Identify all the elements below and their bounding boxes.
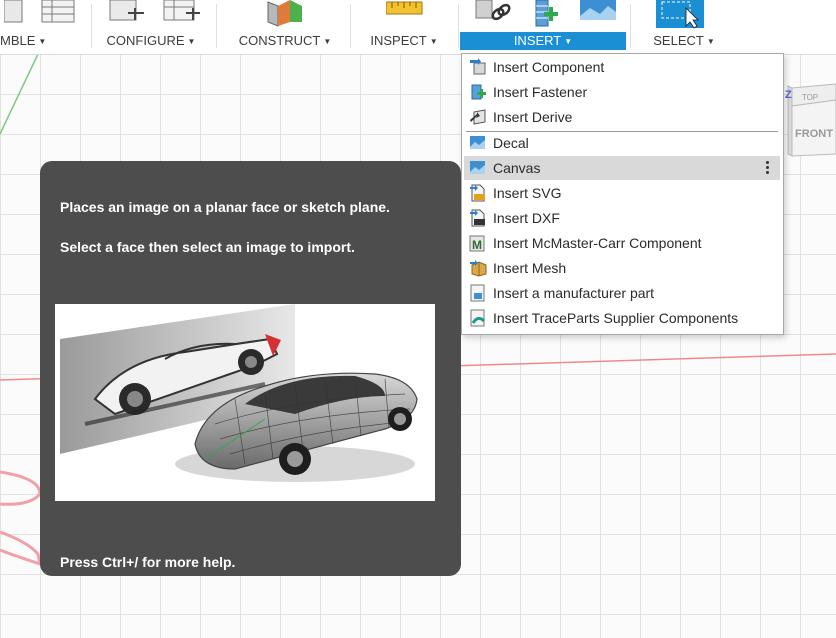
menu-item-insert-traceparts[interactable]: Insert TraceParts Supplier Components	[464, 306, 780, 330]
canvas-tooltip: Places an image on a planar face or sket…	[40, 161, 461, 576]
construct-plane-icon	[267, 0, 302, 27]
assemble-menu-label[interactable]: MBLE ▼	[0, 32, 48, 50]
decal-icon	[470, 136, 485, 149]
menu-item-label: Insert McMaster-Carr Component	[493, 235, 702, 251]
menu-item-insert-derive[interactable]: Insert Derive	[464, 105, 780, 129]
car-canvas-illustration	[60, 304, 418, 482]
tooltip-help-hint: Press Ctrl+/ for more help.	[60, 554, 236, 570]
tooltip-instruction: Select a face then select an image to im…	[60, 239, 355, 255]
tooltip-illustration	[55, 304, 435, 501]
view-cube-top-label: TOP	[802, 93, 818, 102]
svg-file-icon	[470, 184, 485, 202]
insert-fastener-icon	[471, 84, 486, 100]
menu-item-canvas[interactable]: Canvas	[464, 156, 780, 180]
construct-group[interactable]: CONSTRUCT ▼	[222, 0, 348, 54]
toolbar: MBLE ▼ CONFIGURE ▼ CONSTRUCT ▼ INSPECT ▼…	[0, 0, 836, 55]
mcmaster-icon: M	[469, 235, 485, 252]
insert-dropdown-menu: Insert Component Insert Fastener Insert …	[461, 53, 784, 335]
insert-menu-label[interactable]: INSERT ▼	[460, 32, 626, 50]
assemble-icons	[4, 0, 75, 23]
view-cube-front-label: FRONT	[795, 128, 833, 140]
menu-item-label: Insert DXF	[493, 210, 560, 226]
menu-item-label: Insert Fastener	[493, 84, 588, 100]
more-options-icon[interactable]	[764, 160, 770, 176]
select-cursor-icon	[656, 0, 704, 29]
assemble-group[interactable]: MBLE ▼	[0, 0, 90, 54]
canvas-icon	[470, 161, 485, 174]
insert-derive-icon	[470, 109, 486, 125]
insert-group[interactable]: INSERT ▼	[460, 0, 626, 54]
menu-item-label: Canvas	[493, 160, 541, 176]
toolbar-separator	[350, 4, 351, 48]
menu-item-insert-mesh[interactable]: Insert Mesh	[464, 256, 780, 280]
menu-item-label: Insert SVG	[493, 185, 562, 201]
menu-item-label: Insert Component	[493, 59, 605, 75]
svg-text:M: M	[472, 238, 482, 252]
dxf-file-icon	[470, 209, 485, 227]
traceparts-icon	[470, 309, 486, 327]
measure-icon	[386, 1, 423, 15]
menu-item-insert-fastener[interactable]: Insert Fastener	[464, 80, 780, 104]
inspect-group[interactable]: INSPECT ▼	[352, 0, 456, 54]
manufacturer-part-icon	[470, 284, 485, 302]
configure-group[interactable]: CONFIGURE ▼	[92, 0, 210, 54]
menu-item-decal[interactable]: Decal	[464, 131, 780, 155]
menu-item-insert-component[interactable]: Insert Component	[464, 55, 780, 79]
mesh-icon	[470, 260, 487, 277]
inspect-menu-label[interactable]: INSPECT ▼	[352, 32, 456, 50]
menu-item-insert-dxf[interactable]: Insert DXF	[464, 206, 780, 230]
select-group[interactable]: SELECT ▼	[632, 0, 736, 54]
toolbar-separator	[458, 4, 459, 48]
configure-menu-label[interactable]: CONFIGURE ▼	[92, 32, 210, 50]
construct-menu-label[interactable]: CONSTRUCT ▼	[222, 32, 348, 50]
view-cube[interactable]: TOP FRONT Z	[784, 80, 836, 165]
select-menu-label[interactable]: SELECT ▼	[632, 32, 736, 50]
insert-icons	[475, 0, 616, 27]
toolbar-separator	[216, 4, 217, 48]
tooltip-description: Places an image on a planar face or sket…	[60, 199, 390, 215]
menu-item-insert-manufacturer-part[interactable]: Insert a manufacturer part	[464, 281, 780, 305]
toolbar-separator	[630, 4, 631, 48]
menu-item-label: Decal	[493, 135, 529, 151]
menu-item-label: Insert Derive	[493, 109, 573, 125]
menu-item-label: Insert TraceParts Supplier Components	[493, 310, 739, 326]
menu-item-label: Insert Mesh	[493, 260, 567, 276]
configure-icons	[109, 0, 200, 21]
menu-item-insert-mcmaster[interactable]: M Insert McMaster-Carr Component	[464, 231, 780, 255]
menu-item-insert-svg[interactable]: Insert SVG	[464, 181, 780, 205]
insert-component-icon	[470, 58, 486, 75]
z-axis-label: Z	[785, 89, 792, 101]
menu-item-label: Insert a manufacturer part	[493, 285, 655, 301]
